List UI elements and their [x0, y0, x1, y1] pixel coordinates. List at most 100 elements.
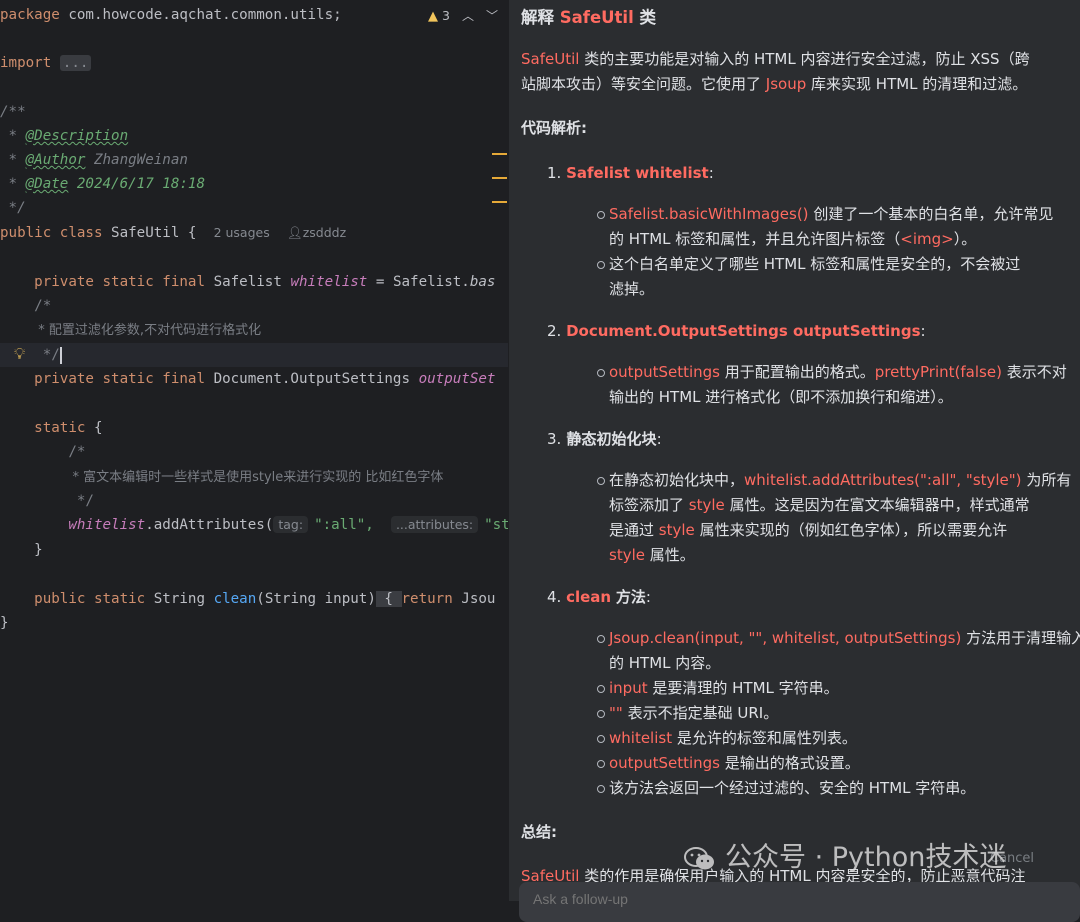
bullet-icon [597, 760, 605, 768]
section-4-bullet-1-line-1: Jsoup.clean(input, "", whitelist, output… [609, 629, 1080, 647]
code-line-inner-close[interactable]: */ [0, 489, 508, 513]
inline-code: Safelist whitelist [566, 164, 709, 182]
bullet-icon [597, 685, 605, 693]
code-line-static-close[interactable]: } [0, 538, 508, 562]
type-name: Safelist [213, 274, 282, 290]
watermark-text: 公众号 · Python技术迷 [725, 842, 1007, 873]
doc-value: ZhangWeinan [93, 152, 188, 168]
keyword: import [0, 55, 52, 71]
code-line-clean-method[interactable]: public static String clean(String input)… [0, 587, 508, 611]
section-2-bullet-1-line-2: 输出的 HTML 进行格式化（即不添加换行和缩进）。 [609, 388, 953, 406]
bullet-icon [597, 785, 605, 793]
warning-stripe[interactable] [492, 177, 507, 179]
string-literal: "st [484, 517, 508, 533]
usages-hint[interactable]: 2 usages [214, 225, 270, 240]
inline-code: whitelist [609, 729, 673, 747]
section-3-bullet-1-line-2: 标签添加了 style 属性。这是因为在富文本编辑器中，样式通常 [609, 496, 1030, 514]
method-call: .addAttributes( [145, 517, 274, 533]
ai-chat-panel: 解释 SafeUtil 类 SafeUtil 类的主要功能是对输入的 HTML … [509, 0, 1080, 901]
warning-stripe[interactable] [492, 201, 507, 203]
watermark: 公众号 · Python技术迷 [683, 838, 1006, 878]
doc-comment: /** [0, 104, 26, 120]
inline-code: input [609, 679, 648, 697]
code-line-static[interactable]: static { [0, 416, 508, 440]
inline-code: style [688, 496, 725, 514]
code-line-class[interactable]: public class SafeUtil { 2 usages 👤︎zsddd… [0, 221, 508, 245]
field-name: outputSet [418, 371, 496, 387]
doc-tag: @Author [25, 152, 86, 168]
warning-stripe[interactable] [492, 153, 507, 155]
code-line-field-whitelist[interactable]: private static final Safelist whitelist … [0, 270, 508, 294]
package-name: com.howcode.aqchat.common.utils; [68, 7, 342, 23]
code-line-import[interactable]: import ... [0, 51, 508, 75]
code-line-add-attributes[interactable]: whitelist.addAttributes(tag: ":all", ...a… [0, 513, 508, 537]
code-line-doc-open[interactable]: /** [0, 100, 508, 124]
followup-box[interactable] [519, 882, 1080, 922]
section-heading-2: 2. Document.OutputSettings outputSetting… [547, 322, 926, 340]
section-4-bullet-6: 该方法会返回一个经过过滤的、安全的 HTML 字符串。 [609, 779, 976, 797]
code-line-class-close[interactable]: } [0, 611, 508, 635]
keyword: public static [34, 591, 146, 607]
inline-code: Jsoup.clean(input, "", whitelist, output… [609, 629, 962, 647]
doc-comment: * [0, 176, 26, 192]
bullet-icon [597, 211, 605, 219]
inline-code: prettyPrint(false) [874, 363, 1002, 381]
method-name: clean [213, 591, 257, 607]
section-heading-1: 1. Safelist whitelist: [547, 164, 714, 182]
doc-tag: @Date [25, 176, 69, 192]
code-text: (String input) [256, 591, 376, 607]
keyword: static [34, 420, 86, 436]
keyword: private static final [34, 274, 206, 290]
intro-line-2: 站脚本攻击）等安全问题。它使用了 Jsoup 库来实现 HTML 的清理和过滤。 [521, 75, 1028, 93]
code-line-inner-text[interactable]: * 富文本编辑时一些样式是使用style来进行实现的 比如红色字体 [0, 465, 508, 489]
code-line-doc-date[interactable]: * @Date 2024/6/17 18:18 [0, 172, 508, 196]
type-name: Document.OutputSettings [213, 371, 411, 387]
code-line-inner-open[interactable]: /* [0, 440, 508, 464]
code-editor[interactable]: ▲ 3 ︿ ﹀ package com.howcode.aqchat.common.u… [0, 0, 508, 901]
bullet-icon [597, 369, 605, 377]
wechat-icon [684, 846, 714, 869]
section-4-bullet-4: whitelist 是允许的标签和属性列表。 [609, 729, 857, 747]
inline-code: Document.OutputSettings outputSettings [566, 322, 921, 340]
code-text: Jsou [452, 591, 496, 607]
folded-imports[interactable]: ... [59, 55, 92, 71]
section-1-bullet-1-line-2: 的 HTML 标签和属性，并且允许图片标签（<img>）。 [609, 230, 977, 248]
section-2-bullet-1-line-1: outputSettings 用于配置输出的格式。prettyPrint(fal… [609, 363, 1067, 381]
inline-code: Safelist.basicWithImages() [609, 205, 809, 223]
bullet-icon [597, 735, 605, 743]
code-line-comment-close[interactable]: */ [0, 343, 508, 367]
folded-body[interactable]: { [384, 591, 393, 607]
text-caret [59, 346, 62, 364]
inline-code: <img> [900, 230, 954, 248]
author-hint[interactable]: zsdddz [303, 225, 346, 240]
code-line-doc-close[interactable]: */ [0, 196, 508, 220]
code-line-doc-author[interactable]: * @Author ZhangWeinan [0, 148, 508, 172]
section-1-bullet-2-line-2: 滤掉。 [609, 280, 655, 298]
param-hint: tag: [273, 516, 309, 533]
code-text: bas [469, 274, 496, 290]
section-4-bullet-5: outputSettings 是输出的格式设置。 [609, 754, 860, 772]
code-line-comment-text[interactable]: * 配置过滤化参数,不对代码进行格式化 [0, 318, 508, 342]
section-heading-3: 3. 静态初始化块: [547, 430, 662, 448]
inline-code: outputSettings [609, 754, 720, 772]
lightbulb-icon[interactable]: 💡︎ [14, 344, 25, 364]
code-line-field-output[interactable]: private static final Document.OutputSett… [0, 367, 508, 391]
code-line-comment-open[interactable]: /* [0, 294, 508, 318]
comment: * 配置过滤化参数,不对代码进行格式化 [34, 323, 262, 338]
code-line-package[interactable]: package com.howcode.aqchat.common.utils; [0, 3, 508, 27]
bullet-icon [597, 635, 605, 643]
type-name: String [153, 591, 206, 607]
section-4-bullet-1-line-2: 的 HTML 内容。 [609, 654, 721, 672]
param-hint: ...attributes: [390, 516, 479, 533]
field-name: whitelist [290, 274, 368, 290]
section-4-bullet-3: "" 表示不指定基础 URI。 [609, 704, 779, 722]
code-line-doc-description[interactable]: * @Description [0, 124, 508, 148]
comment: */ [68, 493, 94, 509]
comment: */ [34, 347, 60, 363]
comment: /* [34, 298, 52, 314]
code-text: } [0, 615, 9, 631]
section-4-bullet-2: input 是要清理的 HTML 字符串。 [609, 679, 839, 697]
followup-input[interactable] [531, 890, 935, 908]
doc-comment: */ [0, 200, 26, 216]
code-text: = Safelist. [367, 274, 470, 290]
